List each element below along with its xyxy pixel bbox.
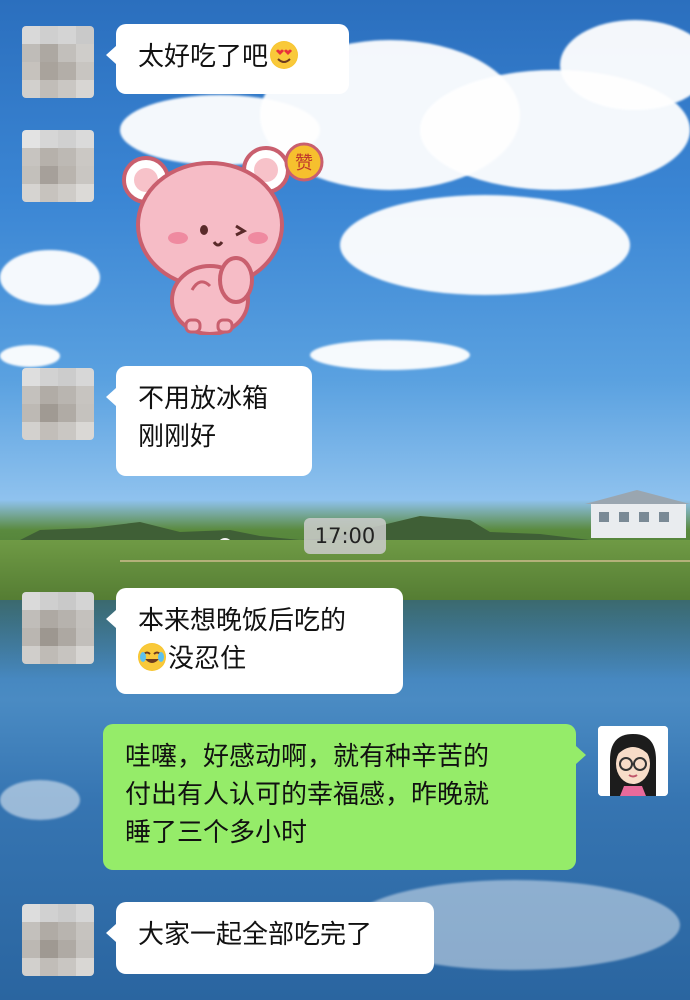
sender-avatar[interactable]: [22, 130, 94, 202]
cloud: [340, 195, 630, 295]
message-bubble[interactable]: 太好吃了吧: [106, 24, 349, 94]
pixelated-avatar-icon: [22, 130, 94, 202]
pink-bear-thumbs-up-sticker[interactable]: 赞: [118, 140, 328, 335]
pixelated-avatar-icon: [22, 26, 94, 98]
message-text: 哇噻，好感动啊，就有种辛苦的: [125, 742, 490, 772]
pixelated-avatar-icon: [22, 904, 94, 976]
message-text: 没忍住: [138, 640, 381, 678]
sender-avatar[interactable]: [22, 904, 94, 976]
message-text: 付出有人认可的幸福感，昨晚就: [125, 780, 490, 810]
message-bubble[interactable]: 本来想晚饭后吃的 没忍住: [106, 588, 403, 694]
message-text: 大家一起全部吃完了: [138, 920, 373, 950]
message-text: 不用放冰箱: [138, 384, 269, 414]
message-bubble[interactable]: 不用放冰箱 刚刚好: [106, 366, 312, 476]
house: [585, 490, 690, 538]
cloud: [0, 250, 100, 305]
cloud: [310, 340, 470, 370]
sender-avatar[interactable]: [22, 26, 94, 98]
message-bubble[interactable]: 大家一起全部吃完了: [106, 902, 434, 974]
message-text: 本来想晚饭后吃的: [138, 606, 347, 636]
message-text: 睡了三个多小时: [125, 818, 308, 848]
sticker-label: 赞: [295, 153, 313, 174]
sender-avatar[interactable]: [22, 368, 94, 440]
cloud: [0, 345, 60, 367]
message-text: 太好吃了吧: [138, 38, 327, 76]
sender-avatar[interactable]: [22, 592, 94, 664]
message-text: 刚刚好: [138, 422, 217, 452]
heart-eyes-emoji-icon: [270, 41, 299, 69]
pixelated-avatar-icon: [22, 592, 94, 664]
message-bubble-self[interactable]: 哇噻，好感动啊，就有种辛苦的 付出有人认可的幸福感，昨晚就 睡了三个多小时: [103, 724, 586, 870]
cartoon-girl-glasses-avatar-icon: [598, 726, 668, 796]
fence: [120, 560, 690, 562]
self-avatar[interactable]: [598, 726, 668, 796]
crying-laughing-emoji-icon: [138, 643, 166, 671]
pixelated-avatar-icon: [22, 368, 94, 440]
time-divider: 17:00: [304, 518, 386, 554]
